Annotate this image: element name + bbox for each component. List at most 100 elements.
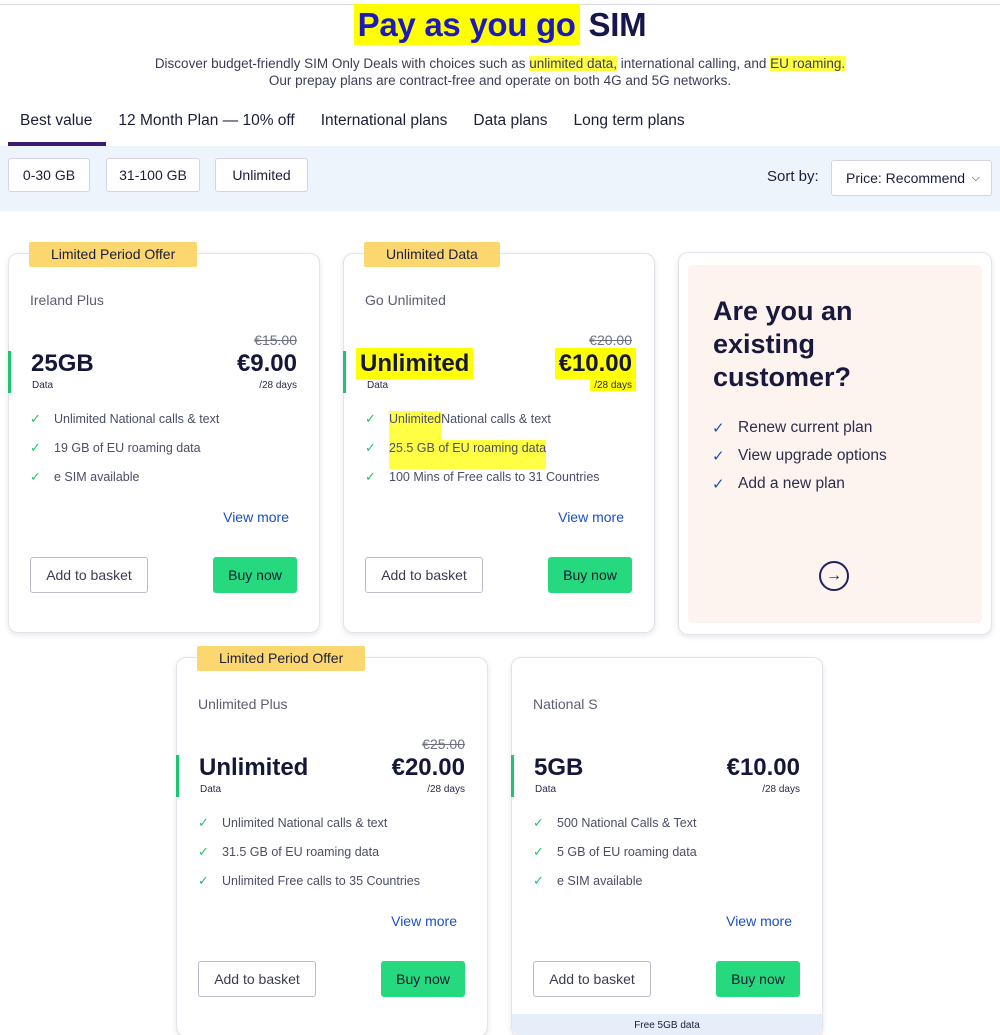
data-amount: Unlimited	[199, 754, 309, 781]
check-icon: ✓	[30, 440, 41, 455]
feature-item: ✓ Unlimited Free calls to 35 Countries	[198, 873, 420, 902]
filter-0-30gb[interactable]: 0-30 GB	[8, 158, 90, 192]
subtitle-highlight-eu: EU roaming.	[770, 56, 846, 71]
view-more-link[interactable]: View more	[223, 509, 289, 525]
existing-customer-item: ✓ Add a new plan	[712, 475, 887, 503]
add-to-basket-button[interactable]: Add to basket	[533, 961, 651, 997]
feature-text: e SIM available	[557, 874, 643, 888]
page-title-sim: SIM	[588, 6, 647, 43]
price: €10.00	[726, 754, 800, 781]
data-label: Data	[535, 784, 557, 795]
tab-international-plans[interactable]: International plans	[309, 104, 462, 146]
accent-bar	[8, 351, 11, 393]
feature-item: ✓ Unlimited National calls & text	[30, 411, 219, 440]
feature-item: ✓ 31.5 GB of EU roaming data	[198, 844, 420, 873]
plan-name: Go Unlimited	[365, 292, 446, 308]
arrow-right-icon[interactable]: →	[819, 561, 849, 591]
filter-bar: 0-30 GB 31-100 GB Unlimited Sort by: Pri…	[0, 146, 1000, 211]
price: €9.00	[236, 350, 297, 377]
filter-31-100gb[interactable]: 31-100 GB	[106, 158, 200, 192]
plan-card-go-unlimited: Unlimited Data Go Unlimited €20.00 Unlim…	[343, 242, 655, 633]
sort-select[interactable]: Price: Recommend ⌵	[831, 160, 992, 196]
price-period: /28 days	[427, 784, 465, 795]
existing-customer-item-text: Add a new plan	[738, 475, 845, 492]
check-icon: ✓	[198, 873, 209, 888]
existing-customer-item: ✓ View upgrade options	[712, 447, 887, 475]
old-price: €15.00	[254, 332, 297, 348]
feature-list: ✓ 500 National Calls & Text ✓ 5 GB of EU r…	[533, 815, 697, 902]
view-more-link[interactable]: View more	[391, 913, 457, 929]
existing-customer-item: ✓ Renew current plan	[712, 419, 887, 447]
subtitle-line-1: Discover budget-friendly SIM Only Deals …	[0, 55, 1000, 72]
accent-bar	[343, 351, 346, 393]
feature-item: ✓ 19 GB of EU roaming data	[30, 440, 219, 469]
existing-customer-item-text: View upgrade options	[738, 447, 887, 464]
existing-customer-card[interactable]: Are you an existing customer? ✓ Renew cur…	[678, 252, 992, 635]
existing-customer-list: ✓ Renew current plan ✓ View upgrade option…	[712, 419, 887, 503]
page-title-highlight: Pay as you go	[353, 4, 580, 45]
add-to-basket-button[interactable]: Add to basket	[30, 557, 148, 593]
view-more-link[interactable]: View more	[726, 913, 792, 929]
data-label: Data	[367, 380, 389, 391]
tab-long-term-plans[interactable]: Long term plans	[562, 104, 699, 146]
check-icon: ✓	[712, 420, 725, 437]
data-amount: 5GB	[534, 754, 584, 781]
feature-text: Unlimited National calls & text	[222, 816, 388, 830]
offer-badge: Limited Period Offer	[29, 242, 198, 267]
add-to-basket-button[interactable]: Add to basket	[198, 961, 316, 997]
feature-list: ✓ Unlimited National calls & text ✓ 25.5 G…	[365, 411, 600, 498]
check-icon: ✓	[30, 469, 41, 484]
sort-label: Sort by:	[767, 168, 819, 185]
feature-text: 31.5 GB of EU roaming data	[222, 845, 380, 859]
data-amount-highlight: Unlimited	[356, 348, 474, 379]
existing-customer-panel: Are you an existing customer? ✓ Renew cur…	[688, 265, 982, 623]
check-icon: ✓	[533, 815, 544, 830]
feature-item: ✓ Unlimited National calls & text	[198, 815, 420, 844]
price: €20.00	[391, 754, 465, 781]
buy-now-button[interactable]: Buy now	[213, 557, 297, 593]
check-icon: ✓	[365, 469, 376, 484]
free-data-strip: Free 5GB data	[512, 1014, 822, 1035]
check-icon: ✓	[365, 411, 376, 426]
accent-bar	[176, 755, 179, 797]
offer-badge: Limited Period Offer	[197, 646, 366, 671]
plan-card-national-s: National S 5GB Data €10.00 /28 days ✓ 500…	[511, 657, 823, 1035]
check-icon: ✓	[533, 844, 544, 859]
feature-text: Unlimited National calls & text	[54, 412, 220, 426]
feature-text: 100 Mins of Free calls to 31 Countries	[389, 470, 600, 484]
plan-card-unlimited-plus: Limited Period Offer Unlimited Plus €25.…	[176, 646, 488, 1035]
offer-badge: Unlimited Data	[364, 242, 500, 267]
filter-unlimited[interactable]: Unlimited	[215, 158, 308, 192]
add-to-basket-button[interactable]: Add to basket	[365, 557, 483, 593]
data-amount: Unlimited	[356, 348, 474, 379]
price-highlight: €10.00	[554, 348, 636, 379]
feature-text: e SIM available	[54, 470, 140, 484]
subtitle-text: Discover budget-friendly SIM Only Deals …	[154, 56, 530, 71]
buy-now-button[interactable]: Buy now	[548, 557, 632, 593]
accent-bar	[511, 755, 514, 797]
feature-list: ✓ Unlimited National calls & text ✓ 19 GB …	[30, 411, 219, 498]
check-icon: ✓	[30, 411, 41, 426]
buy-now-button[interactable]: Buy now	[381, 961, 465, 997]
tab-data-plans[interactable]: Data plans	[461, 104, 561, 146]
tab-best-value[interactable]: Best value	[8, 104, 107, 146]
tab-12-month-plan[interactable]: 12 Month Plan — 10% off	[106, 104, 308, 146]
existing-customer-item-text: Renew current plan	[738, 419, 873, 436]
sort-selected-value: Price: Recommend	[846, 170, 966, 186]
buy-now-button[interactable]: Buy now	[716, 961, 800, 997]
feature-highlight: Unlimited	[389, 411, 442, 440]
old-price: €25.00	[422, 736, 465, 752]
check-icon: ✓	[198, 815, 209, 830]
plan-name: National S	[533, 696, 598, 712]
feature-item: ✓ Unlimited National calls & text	[365, 411, 600, 440]
feature-text: 5 GB of EU roaming data	[557, 845, 697, 859]
feature-item: ✓ 100 Mins of Free calls to 31 Countries	[365, 469, 600, 498]
view-more-link[interactable]: View more	[558, 509, 624, 525]
feature-item: ✓ e SIM available	[533, 873, 697, 902]
price-period: /28 days	[590, 380, 636, 391]
price-period: /28 days	[259, 380, 297, 391]
old-price: €20.00	[589, 332, 632, 348]
check-icon: ✓	[365, 440, 376, 455]
check-icon: ✓	[712, 476, 725, 493]
existing-customer-title: Are you an existing customer?	[713, 296, 853, 392]
